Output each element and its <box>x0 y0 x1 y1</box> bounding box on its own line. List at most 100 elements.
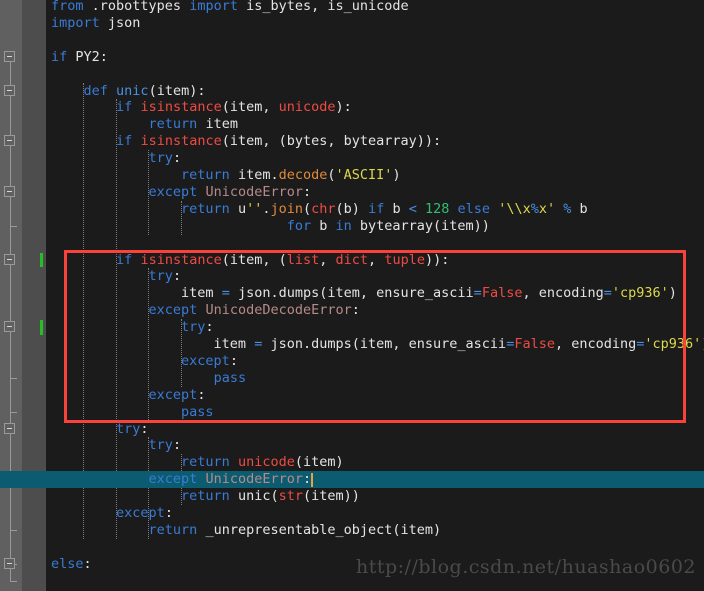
code-token-plain: json.dumps(item, ensure_ascii <box>262 336 507 352</box>
code-token-plain: PY2: <box>67 48 108 65</box>
code-token-plain: : <box>172 268 182 285</box>
code-line[interactable]: return _unrepresentable_object(item) <box>51 521 442 539</box>
code-token-plain: : <box>164 505 173 521</box>
code-line[interactable]: except: <box>51 353 238 370</box>
code-token-plain: _unrepresentable_object(item) <box>197 521 442 538</box>
code-line[interactable]: if isinstance(item, (list, dict, tuple))… <box>51 252 449 269</box>
code-token-kw: pass <box>213 369 247 386</box>
code-token-kw: if <box>116 99 133 116</box>
changed-line-marker <box>40 320 43 335</box>
code-line[interactable]: return item.decode('ASCII') <box>51 167 401 184</box>
code-line[interactable]: if isinstance(item, (bytes, bytearray)): <box>51 133 441 150</box>
code-line[interactable]: return item <box>51 116 238 133</box>
editor-gutter[interactable] <box>0 0 46 591</box>
code-line[interactable]: import json <box>51 15 140 32</box>
code-token-kw: return <box>181 200 230 217</box>
code-token-plain: (item, (bytes, bytearray)): <box>221 133 442 150</box>
code-token-plain: bytearray(item)) <box>351 217 490 234</box>
code-token-kw: try <box>181 319 206 336</box>
code-line[interactable]: if isinstance(item, unicode): <box>51 99 352 116</box>
code-token-kw: return <box>181 454 230 471</box>
code-token-kw: except <box>148 302 198 319</box>
code-line[interactable]: return unicode(item) <box>51 454 344 471</box>
fold-collapse-icon[interactable] <box>4 321 15 333</box>
code-token-kw: return <box>181 167 230 183</box>
fold-region-end <box>10 580 17 582</box>
code-line[interactable]: for b in bytearray(item)) <box>51 218 490 235</box>
code-token-plain: (b) <box>335 200 369 217</box>
code-token-bi: False <box>514 336 555 352</box>
code-line[interactable]: return unic(str(item)) <box>51 488 360 505</box>
code-token-plain: item <box>51 285 222 302</box>
code-token-bi: unicode <box>237 454 295 471</box>
code-token-plain: (item, ( <box>221 251 287 268</box>
code-token-kw: if <box>116 133 133 150</box>
code-token-kw: try <box>148 437 173 454</box>
code-token-plain: : <box>83 555 92 572</box>
code-text-area[interactable]: from .robottypes import is_bytes, is_uni… <box>0 0 704 591</box>
code-token-str: '\\x <box>498 200 531 217</box>
caret <box>310 473 313 488</box>
code-line[interactable]: try: <box>51 437 182 454</box>
code-line[interactable]: pass <box>51 369 247 387</box>
code-line[interactable]: if PY2: <box>51 49 108 66</box>
code-line[interactable]: pass <box>51 404 214 421</box>
code-line[interactable]: try: <box>51 319 214 336</box>
code-token-plain: : <box>172 150 182 167</box>
code-token-str: 'ASCII' <box>335 167 393 183</box>
code-token-plain: : <box>140 420 149 437</box>
fold-region-end <box>10 225 17 227</box>
code-token-fn: join <box>270 200 304 217</box>
code-line[interactable]: except: <box>51 386 206 404</box>
code-line[interactable]: item = json.dumps(item, ensure_ascii=Fal… <box>51 285 677 302</box>
code-line[interactable]: except UnicodeError: <box>51 183 312 201</box>
code-line[interactable]: try: <box>51 268 182 285</box>
fold-collapse-icon[interactable] <box>4 135 15 147</box>
code-token-kw: except <box>148 471 198 488</box>
fold-collapse-icon[interactable] <box>4 557 15 569</box>
code-line[interactable]: except UnicodeDecodeError: <box>51 302 360 319</box>
fold-collapse-icon[interactable] <box>4 185 15 197</box>
code-token-kw: except <box>181 352 230 369</box>
code-line[interactable]: def unic(item): <box>51 83 206 100</box>
code-line[interactable]: try: <box>51 421 149 438</box>
code-token-kw: return <box>181 488 230 505</box>
code-token-bi: isinstance <box>140 133 222 150</box>
code-line[interactable]: try: <box>51 150 182 167</box>
code-token-bi: tuple <box>384 251 425 268</box>
code-token-fn: decode <box>278 167 328 183</box>
code-line[interactable]: except: <box>51 505 173 522</box>
code-line[interactable]: item = json.dumps(item, ensure_ascii=Fal… <box>51 336 704 353</box>
watermark-url: http://blog.csdn.net/huashao0602 <box>355 556 696 578</box>
code-token-kw: if <box>51 48 68 65</box>
code-token-kw: except <box>148 386 198 403</box>
code-token-plain: ) <box>668 285 677 302</box>
changed-line-marker <box>40 252 43 268</box>
code-line[interactable]: else: <box>51 556 92 573</box>
code-editor-window: from .robottypes import is_bytes, is_uni… <box>0 0 704 591</box>
code-token-kw: for <box>286 217 312 234</box>
fold-collapse-icon[interactable] <box>4 50 15 62</box>
fold-collapse-icon[interactable] <box>4 253 15 265</box>
code-token-str: 'cp936' <box>644 336 702 352</box>
code-token-plain: : <box>197 386 206 403</box>
code-token-op: = <box>473 285 482 302</box>
code-token-exc: UnicodeError <box>205 183 304 200</box>
code-token-exc: UnicodeError <box>205 471 304 488</box>
fold-collapse-icon[interactable] <box>4 84 15 96</box>
code-line[interactable]: except UnicodeError: <box>51 471 312 488</box>
code-line[interactable]: return u''.join(chr(b) if b < 128 else '… <box>51 201 588 218</box>
code-line[interactable]: from .robottypes import is_bytes, is_uni… <box>51 0 409 15</box>
fold-collapse-icon[interactable] <box>4 422 15 434</box>
gutter-marker-column[interactable] <box>22 0 46 591</box>
